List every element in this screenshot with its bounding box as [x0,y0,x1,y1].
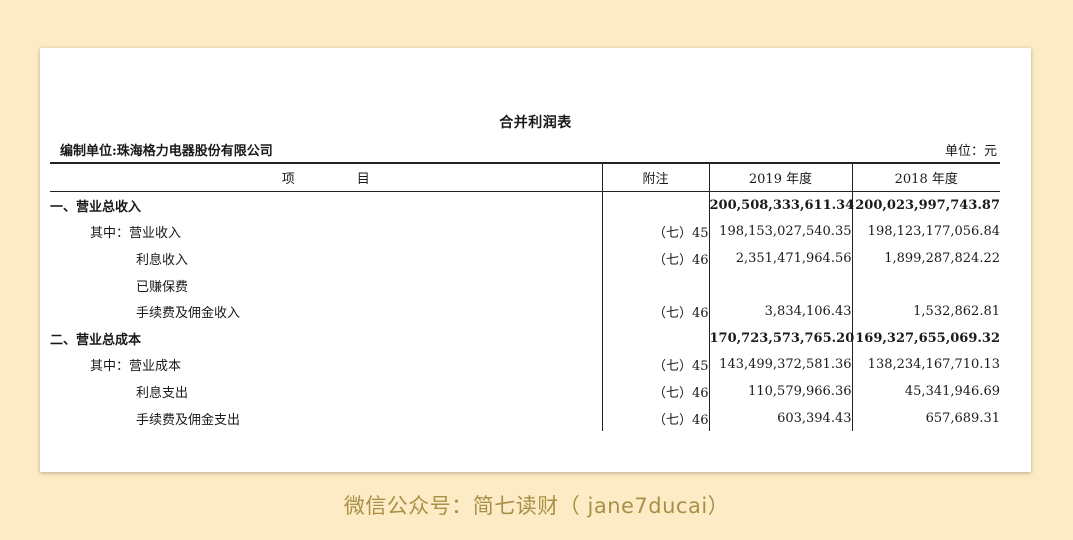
row-note: （七）46 [601,378,709,405]
row-note [601,324,709,352]
row-label: 一、营业总收入 [50,199,142,215]
row-note [601,271,709,299]
row-label: 利息收入 [136,252,189,268]
row-label: 其中：营业成本 [90,359,182,375]
row-2018-value [851,271,1000,299]
row-label: 已赚保费 [136,279,189,295]
row-2018-value: 1,532,862.81 [851,298,1000,325]
row-2019-value: 110,579,966.36 [708,378,852,405]
row-2018-value: 169,327,655,069.32 [851,324,1000,352]
row-2019-value: 143,499,372,581.36 [708,351,852,379]
table-row: 其中：营业收入 （七）45 198,153,027,540.35 198,123… [50,218,1000,246]
table-row: 利息收入 （七）46 2,351,471,964.56 1,899,287,82… [50,245,1000,272]
row-2019-value: 2,351,471,964.56 [708,245,852,272]
row-label: 其中：营业收入 [90,226,182,242]
statement-title: 合并利润表 [499,115,572,131]
table-row: 一、营业总收入 200,508,333,611.34 200,023,997,7… [50,191,1000,219]
table-row: 手续费及佣金支出 （七）46 603,394.43 657,689.31 [50,404,1000,432]
header-item: 项目 [50,162,602,192]
row-2019-value: 603,394.43 [708,404,852,432]
header-2018: 2018 年度 [851,162,1000,192]
table-row: 其中：营业成本 （七）45 143,499,372,581.36 138,234… [50,351,1000,379]
header-item-char2: 目 [356,172,370,187]
row-2018-value: 198,123,177,056.84 [851,218,1000,246]
row-2019-value: 200,508,333,611.34 [708,191,854,219]
row-2018-value: 138,234,167,710.13 [851,351,1000,379]
row-2018-value: 200,023,997,743.87 [851,191,1000,219]
row-label: 利息支出 [136,385,189,401]
row-2019-value: 170,723,573,765.20 [708,324,854,352]
row-label: 手续费及佣金收入 [136,306,241,322]
table-row: 手续费及佣金收入 （七）46 3,834,106.43 1,532,862.81 [50,298,1000,325]
row-2019-value: 3,834,106.43 [708,298,852,325]
row-2019-value: 198,153,027,540.35 [708,218,852,246]
row-note: （七）45 [601,218,709,246]
row-label: 手续费及佣金支出 [136,412,241,428]
income-statement-table: 项目 附注 2019 年度 2018 年度 一、营业总收入 200,508,33… [50,162,1000,432]
header-item-char1: 项 [281,172,295,187]
row-note: （七）46 [601,245,709,272]
table-header-row: 项目 附注 2019 年度 2018 年度 [50,162,1000,192]
wechat-watermark: 微信公众号：简七读财（ jane7ducai） [343,494,730,518]
document-card: 合并利润表 编制单位:珠海格力电器股份有限公司 单位：元 项目 附注 2019 … [40,48,1031,472]
row-note: （七）45 [601,351,709,379]
table-row: 二、营业总成本 170,723,573,765.20 169,327,655,0… [50,324,1000,352]
row-2018-value: 45,341,946.69 [851,378,1000,405]
unit-label: 单位：元 [944,144,997,159]
row-label: 二、营业总成本 [50,332,142,348]
table-row: 已赚保费 [50,271,1000,299]
row-2019-value [708,271,852,299]
compiler-label: 编制单位:珠海格力电器股份有限公司 [60,144,273,159]
row-note [601,191,709,219]
row-note: （七）46 [601,404,709,432]
header-2019: 2019 年度 [708,162,852,192]
row-2018-value: 1,899,287,824.22 [851,245,1000,272]
header-note: 附注 [601,162,709,192]
row-note: （七）46 [601,298,709,325]
row-2018-value: 657,689.31 [851,404,1000,432]
table-row: 利息支出 （七）46 110,579,966.36 45,341,946.69 [50,378,1000,405]
